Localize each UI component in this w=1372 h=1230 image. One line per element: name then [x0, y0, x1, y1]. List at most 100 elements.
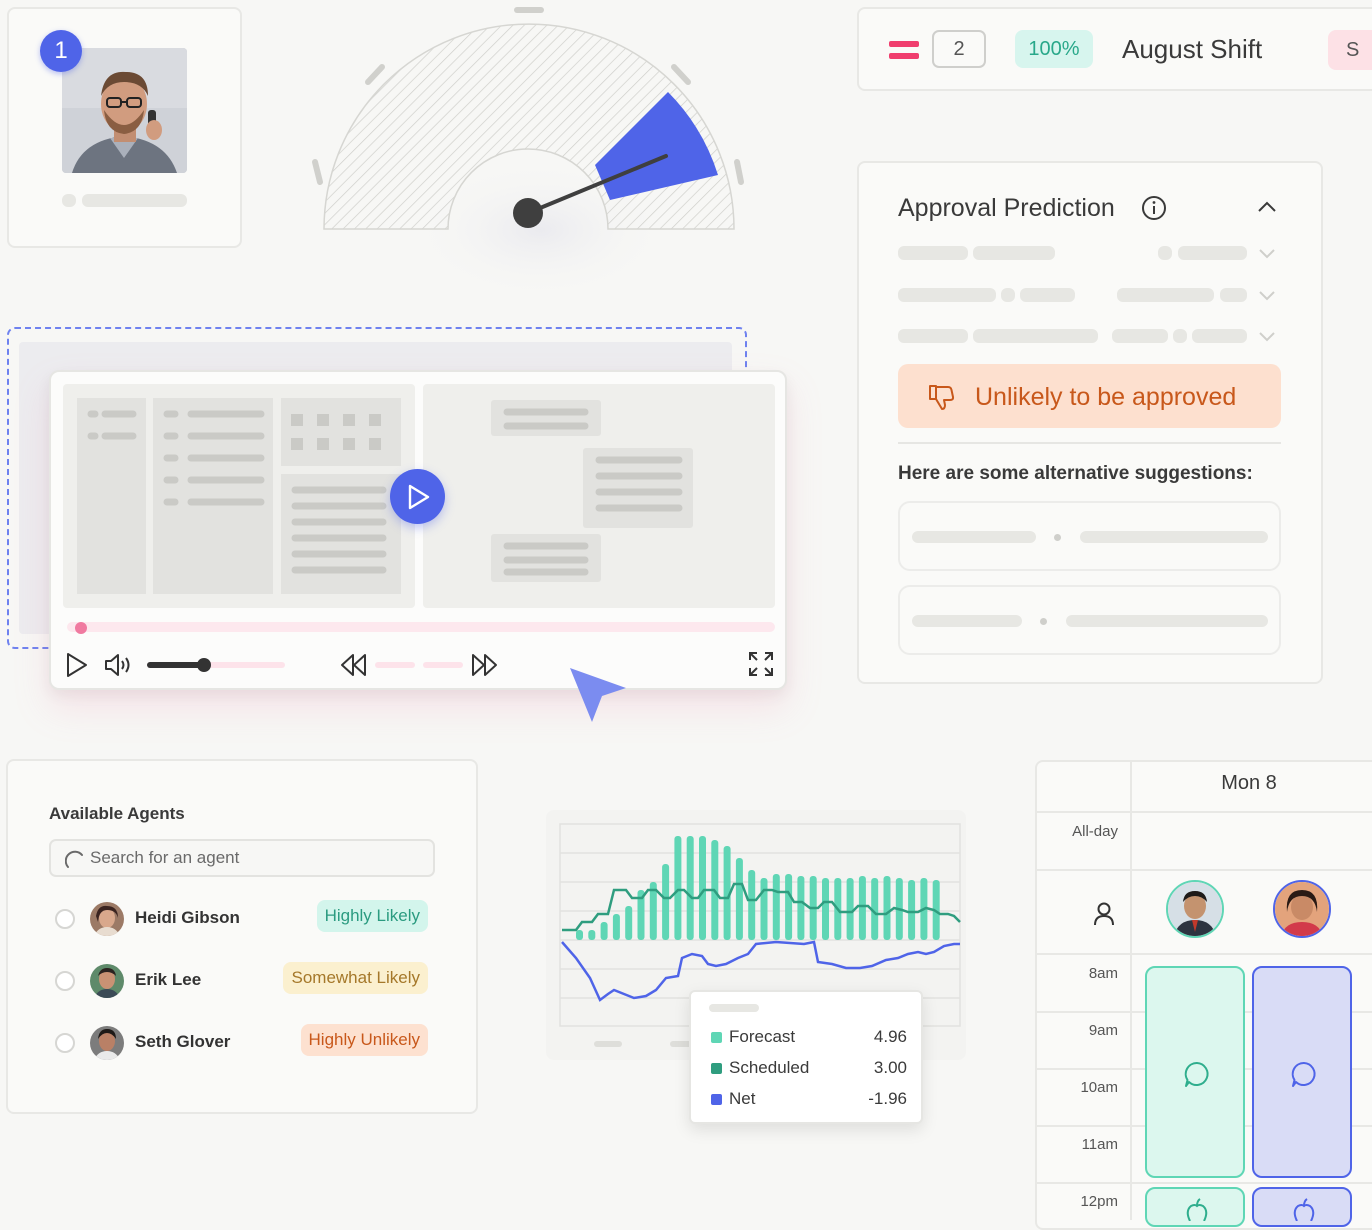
- chevron-up-icon[interactable]: [1257, 198, 1277, 214]
- forecast-bar: [612, 914, 620, 940]
- legend-swatch: [711, 1063, 722, 1074]
- time-label: 10am: [1080, 1079, 1118, 1096]
- forecast-bar: [760, 878, 768, 940]
- agent-row[interactable]: Heidi Gibson Highly Likely: [49, 898, 435, 942]
- search-input[interactable]: [90, 841, 410, 875]
- thumbs-down-icon: [929, 385, 955, 410]
- avatar[interactable]: [1273, 880, 1331, 938]
- profile-skeleton-dot: [62, 194, 76, 207]
- fast-forward-icon[interactable]: [469, 652, 499, 678]
- agent-row[interactable]: Seth Glover Highly Unlikely: [49, 1022, 435, 1066]
- cursor-icon: [570, 668, 626, 722]
- shift-count-badge: 2: [932, 30, 986, 68]
- approval-skeleton: [1220, 288, 1247, 302]
- play-icon[interactable]: [65, 652, 89, 678]
- tooltip-label: Forecast: [729, 1027, 796, 1046]
- alternative-suggestion[interactable]: [898, 501, 1281, 571]
- alternative-suggestion[interactable]: [898, 585, 1281, 655]
- suggestion-skeleton: [1040, 618, 1047, 625]
- shift-block[interactable]: [1252, 1187, 1352, 1227]
- forecast-bar: [625, 906, 633, 940]
- comment-icon[interactable]: [1290, 1060, 1318, 1088]
- tooltip-value: 4.96: [873, 1027, 907, 1046]
- fullscreen-icon[interactable]: [747, 650, 775, 678]
- forecast-bar: [797, 876, 805, 940]
- agent-radio[interactable]: [55, 971, 75, 991]
- forecast-bar: [883, 876, 891, 940]
- forecast-bar: [674, 836, 682, 940]
- tooltip-value: -1.96: [868, 1089, 907, 1108]
- loading-icon: [65, 850, 83, 868]
- divider: [898, 442, 1281, 444]
- volume-handle[interactable]: [197, 658, 211, 672]
- calendar-divider: [1035, 953, 1372, 955]
- approval-skeleton: [898, 288, 996, 302]
- tooltip-row-scheduled: Scheduled 3.00: [711, 1058, 907, 1080]
- likelihood-badge: Somewhat Likely: [283, 962, 428, 994]
- tooltip-value: 3.00: [873, 1058, 907, 1077]
- agent-search[interactable]: [49, 839, 435, 877]
- shift-percent-badge: 100%: [1015, 30, 1093, 68]
- forecast-bar: [576, 930, 583, 940]
- volume-icon[interactable]: [103, 652, 133, 678]
- forecast-bar: [908, 880, 916, 940]
- approval-status-banner: Unlikely to be approved: [898, 364, 1281, 428]
- time-label: 12pm: [1080, 1193, 1118, 1210]
- forecast-bar: [748, 870, 756, 940]
- forecast-bar: [662, 864, 670, 940]
- play-icon: [408, 484, 430, 510]
- info-icon[interactable]: [1141, 195, 1167, 221]
- approval-skeleton: [973, 329, 1098, 343]
- shift-block[interactable]: [1252, 966, 1352, 1178]
- profile-photo: [62, 48, 187, 173]
- agent-row[interactable]: Erik Lee Somewhat Likely: [49, 960, 435, 1004]
- comment-icon[interactable]: [1183, 1060, 1211, 1088]
- agent-name: Seth Glover: [135, 1032, 231, 1051]
- forecast-bar: [588, 930, 596, 940]
- suggestion-skeleton: [1054, 534, 1061, 541]
- shift-block[interactable]: [1145, 966, 1245, 1178]
- calendar-day-header[interactable]: Mon 8: [1185, 772, 1313, 795]
- legend-swatch: [711, 1032, 722, 1043]
- forecast-bar: [858, 876, 866, 940]
- agent-name: Heidi Gibson: [135, 908, 240, 927]
- video-progress-handle[interactable]: [75, 622, 87, 634]
- chevron-down-icon[interactable]: [1258, 288, 1276, 302]
- forecast-bar: [822, 878, 829, 940]
- video-progress-track[interactable]: [67, 622, 775, 632]
- approval-skeleton: [1158, 246, 1172, 260]
- profile-skeleton-line: [82, 194, 187, 207]
- avatar: [90, 902, 124, 936]
- profile-number-badge: 1: [40, 30, 82, 72]
- forecast-bar: [785, 874, 793, 940]
- avatar[interactable]: [1166, 880, 1224, 938]
- legend-swatch: [711, 1094, 722, 1105]
- skeleton-bar: [375, 662, 415, 668]
- approval-title: Approval Prediction: [898, 194, 1115, 222]
- chevron-down-icon[interactable]: [1258, 246, 1276, 260]
- suggestion-skeleton: [1080, 531, 1268, 543]
- agent-radio[interactable]: [55, 1033, 75, 1053]
- tooltip-row-net: Net -1.96: [711, 1089, 907, 1111]
- tooltip-label: Scheduled: [729, 1058, 810, 1077]
- rewind-icon[interactable]: [339, 652, 369, 678]
- tooltip-row-forecast: Forecast 4.96: [711, 1027, 907, 1049]
- next-shift-tab[interactable]: S: [1328, 30, 1372, 70]
- play-button[interactable]: [390, 469, 445, 524]
- likelihood-badge: Highly Unlikely: [300, 1024, 428, 1056]
- forecast-bar: [686, 836, 694, 940]
- approval-skeleton: [898, 246, 968, 260]
- tooltip-label: Net: [729, 1089, 756, 1108]
- approval-skeleton: [1112, 329, 1168, 343]
- alternatives-label: Here are some alternative suggestions:: [898, 463, 1253, 484]
- agent-radio[interactable]: [55, 909, 75, 929]
- person-icon: [1094, 902, 1114, 926]
- calendar-divider: [1130, 760, 1132, 1220]
- chevron-down-icon[interactable]: [1258, 329, 1276, 343]
- approval-skeleton: [898, 329, 968, 343]
- shift-block[interactable]: [1145, 1187, 1245, 1227]
- menu-icon[interactable]: [889, 41, 919, 61]
- video-player[interactable]: [49, 370, 787, 690]
- approval-skeleton: [1192, 329, 1247, 343]
- forecast-bar: [772, 874, 780, 940]
